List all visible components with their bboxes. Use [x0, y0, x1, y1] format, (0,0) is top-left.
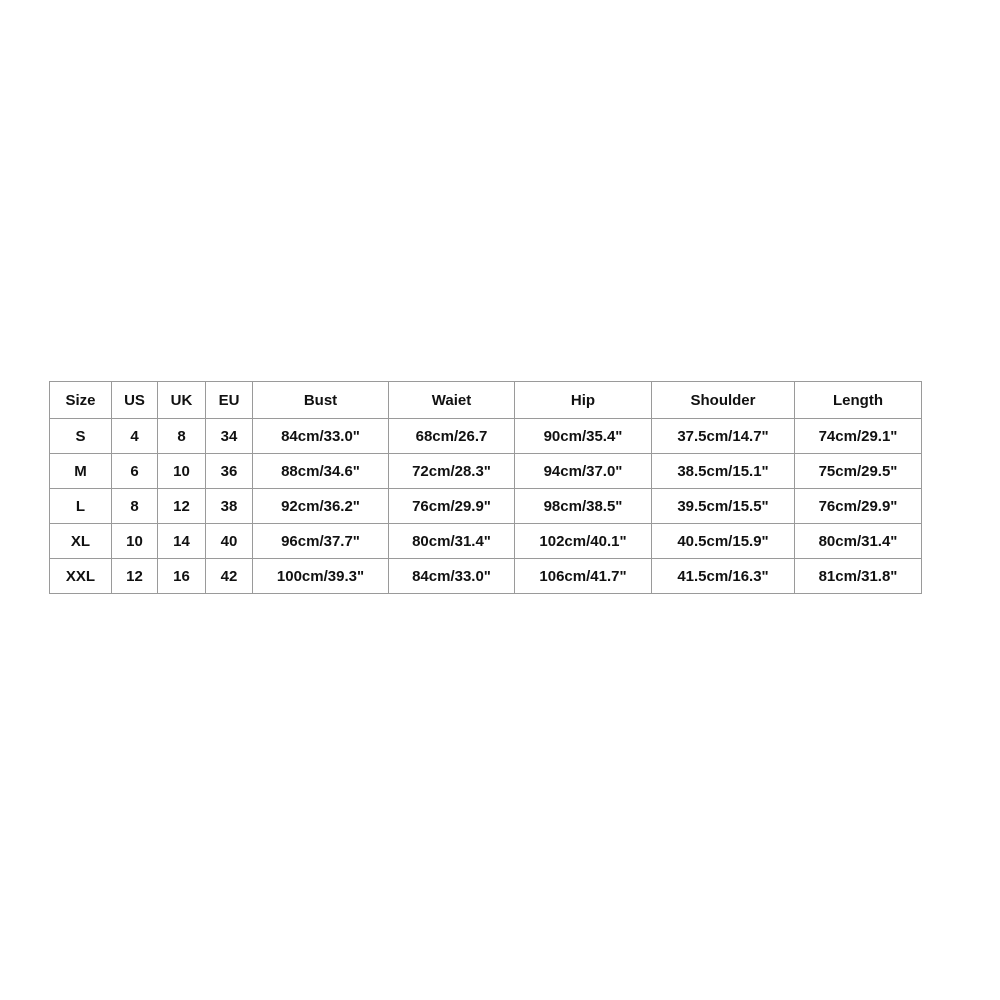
cell-waist: 76cm/29.9"	[388, 488, 515, 524]
cell-eu: 40	[205, 523, 253, 559]
cell-waist: 72cm/28.3"	[388, 453, 515, 489]
cell-shoulder: 38.5cm/15.1"	[651, 453, 795, 489]
cell-uk: 10	[157, 453, 206, 489]
cell-shoulder: 39.5cm/15.5"	[651, 488, 795, 524]
header-hip: Hip	[514, 381, 652, 419]
header-size: Size	[49, 381, 112, 419]
cell-uk: 14	[157, 523, 206, 559]
cell-length: 80cm/31.4"	[794, 523, 922, 559]
cell-uk: 16	[157, 558, 206, 594]
cell-shoulder: 41.5cm/16.3"	[651, 558, 795, 594]
header-shoulder: Shoulder	[651, 381, 795, 419]
cell-size: XL	[49, 523, 112, 559]
cell-us: 10	[111, 523, 158, 559]
cell-eu: 38	[205, 488, 253, 524]
cell-us: 6	[111, 453, 158, 489]
cell-waist: 68cm/26.7	[388, 418, 515, 454]
cell-size: L	[49, 488, 112, 524]
cell-size: S	[49, 418, 112, 454]
cell-bust: 96cm/37.7"	[252, 523, 389, 559]
header-eu: EU	[205, 381, 253, 419]
cell-hip: 98cm/38.5"	[514, 488, 652, 524]
cell-size: M	[49, 453, 112, 489]
table-row: XL 10 14 40 96cm/37.7" 80cm/31.4" 102cm/40.1" 4…	[49, 523, 922, 559]
cell-length: 74cm/29.1"	[794, 418, 922, 454]
cell-waist: 84cm/33.0"	[388, 558, 515, 594]
cell-shoulder: 40.5cm/15.9"	[651, 523, 795, 559]
cell-shoulder: 37.5cm/14.7"	[651, 418, 795, 454]
table-row: XXL 12 16 42 100cm/39.3" 84cm/33.0" 106cm/41.7…	[49, 558, 922, 594]
cell-us: 12	[111, 558, 158, 594]
header-bust: Bust	[252, 381, 389, 419]
cell-size: XXL	[49, 558, 112, 594]
cell-length: 81cm/31.8"	[794, 558, 922, 594]
table-row: L 8 12 38 92cm/36.2" 76cm/29.9" 98cm/38.5" 39.5…	[49, 488, 922, 524]
cell-bust: 92cm/36.2"	[252, 488, 389, 524]
cell-hip: 90cm/35.4"	[514, 418, 652, 454]
cell-bust: 84cm/33.0"	[252, 418, 389, 454]
cell-eu: 34	[205, 418, 253, 454]
cell-bust: 100cm/39.3"	[252, 558, 389, 594]
header-waist: Waiet	[388, 381, 515, 419]
cell-hip: 106cm/41.7"	[514, 558, 652, 594]
size-chart-table: Size US UK EU Bust Waiet Hip Shoulder Le…	[49, 381, 922, 594]
cell-eu: 36	[205, 453, 253, 489]
cell-uk: 8	[157, 418, 206, 454]
table-row: S 4 8 34 84cm/33.0" 68cm/26.7 90cm/35.4" 37.5cm…	[49, 418, 922, 454]
header-uk: UK	[157, 381, 206, 419]
cell-waist: 80cm/31.4"	[388, 523, 515, 559]
header-row: Size US UK EU Bust Waiet Hip Shoulder Le…	[49, 381, 922, 419]
header-length: Length	[794, 381, 922, 419]
header-us: US	[111, 381, 158, 419]
cell-hip: 94cm/37.0"	[514, 453, 652, 489]
cell-uk: 12	[157, 488, 206, 524]
cell-length: 75cm/29.5"	[794, 453, 922, 489]
cell-eu: 42	[205, 558, 253, 594]
cell-us: 4	[111, 418, 158, 454]
cell-hip: 102cm/40.1"	[514, 523, 652, 559]
table-row: M 6 10 36 88cm/34.6" 72cm/28.3" 94cm/37.0" 38.5…	[49, 453, 922, 489]
cell-us: 8	[111, 488, 158, 524]
cell-bust: 88cm/34.6"	[252, 453, 389, 489]
cell-length: 76cm/29.9"	[794, 488, 922, 524]
